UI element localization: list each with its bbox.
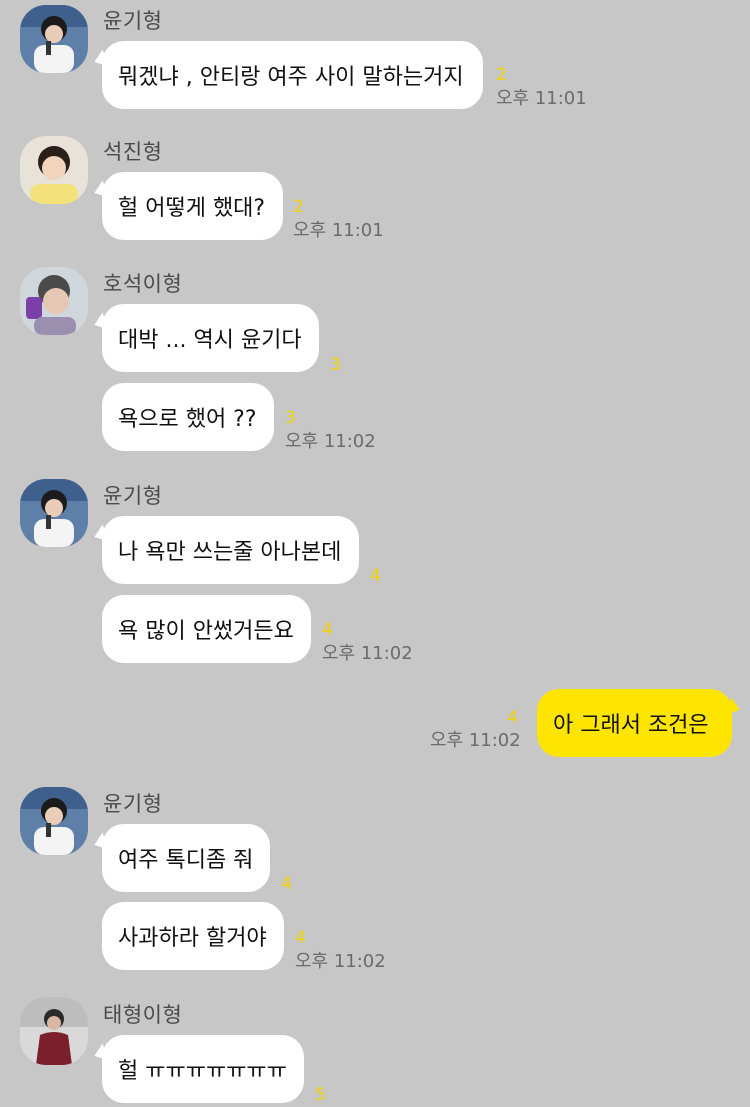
sender-name: 태형이형: [103, 1003, 183, 1027]
message-bubble[interactable]: 뭐겠냐 , 안티랑 여주 사이 말하는거지: [102, 41, 483, 109]
message-bubble[interactable]: 욕 많이 안썼거든요: [102, 595, 311, 663]
profile-avatar-seokjin[interactable]: [20, 136, 88, 204]
sender-name: 윤기형: [103, 792, 163, 816]
message-time: 오후 11:01: [293, 220, 384, 241]
message-time: 오후 11:02: [322, 643, 413, 664]
unread-count: 4: [281, 874, 292, 894]
unread-count: 3: [330, 355, 341, 375]
message-time: 오후 11:02: [295, 951, 386, 972]
profile-avatar-yoongi[interactable]: [20, 479, 88, 547]
unread-count: 4: [370, 566, 381, 586]
message-time: 오후 11:02: [430, 730, 521, 751]
profile-avatar-yoongi[interactable]: [20, 5, 88, 73]
my-message-bubble[interactable]: 아 그래서 조건은: [537, 689, 732, 757]
unread-count: 2: [293, 197, 304, 217]
message-time: 오후 11:01: [496, 88, 587, 109]
profile-avatar-hoseok[interactable]: [20, 267, 88, 335]
chat-room[interactable]: 윤기형 뭐겠냐 , 안티랑 여주 사이 말하는거지 2 오후 11:01 석진형…: [0, 0, 750, 1107]
unread-count: 4: [295, 928, 306, 948]
sender-name: 석진형: [103, 140, 163, 164]
unread-count: 5: [315, 1085, 326, 1105]
message-bubble[interactable]: 욕으로 했어 ??: [102, 383, 274, 451]
message-bubble[interactable]: 사과하라 할거야: [102, 902, 284, 970]
message-bubble[interactable]: 헐 어떻게 했대?: [102, 172, 283, 240]
sender-name: 윤기형: [103, 9, 163, 33]
unread-count: 4: [322, 620, 333, 640]
profile-avatar-yoongi[interactable]: [20, 787, 88, 855]
profile-avatar-taehyung[interactable]: [20, 997, 88, 1065]
message-bubble[interactable]: 헐 ㅠㅠㅠㅠㅠㅠㅠ: [102, 1035, 304, 1103]
message-bubble[interactable]: 대박 ... 역시 윤기다: [102, 304, 319, 372]
unread-count: 4: [507, 708, 518, 728]
sender-name: 호석이형: [103, 272, 183, 296]
sender-name: 윤기형: [103, 484, 163, 508]
message-bubble[interactable]: 나 욕만 쓰는줄 아나본데: [102, 516, 359, 584]
message-time: 오후 11:02: [285, 431, 376, 452]
message-bubble[interactable]: 여주 톡디좀 줘: [102, 824, 270, 892]
unread-count: 3: [285, 408, 296, 428]
unread-count: 2: [496, 65, 507, 85]
